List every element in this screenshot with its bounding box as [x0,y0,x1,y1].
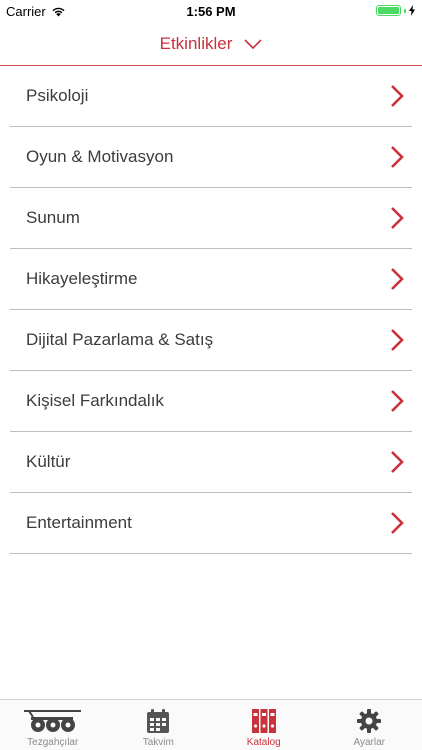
battery-icon [376,5,401,16]
chevron-right-icon [391,146,404,168]
list-item[interactable]: Entertainment [10,493,412,554]
tab-icon-wrapper [356,706,382,736]
list-item-label: Hikayeleştirme [26,269,138,288]
tab-label: Ayarlar [353,737,386,748]
status-time: 1:56 PM [186,4,236,19]
list-item[interactable]: Oyun & Motivasyon [10,127,412,188]
chevron-right-icon [391,512,404,534]
list-item-label: Psikoloji [26,86,89,105]
binders-icon [251,709,276,733]
tab-label: Katalog [246,737,281,748]
chevron-right-icon [391,268,404,290]
list-item[interactable]: Sunum [10,188,412,249]
tab-icon-wrapper [23,706,83,736]
list-item[interactable]: Kişisel Farkındalık [10,371,412,432]
cart-icon [23,710,81,732]
tab-bar: Tezgahçılar Takvim Katalog Ayarlar [0,699,422,750]
tab-tezgahcilar[interactable]: Tezgahçılar [0,700,106,750]
tab-icon-wrapper [146,706,170,736]
page-title: Etkinlikler [159,33,233,53]
chevron-right-icon [391,207,404,229]
tab-label: Takvim [142,737,174,748]
calendar-icon [147,709,170,733]
chevron-down-icon [244,38,262,49]
chevron-right-icon [391,85,404,107]
list-item-label: Dijital Pazarlama & Satış [26,330,214,349]
charging-icon [409,5,415,16]
gear-icon [357,709,382,733]
list-item[interactable]: Psikoloji [10,66,412,127]
tab-ayarlar[interactable]: Ayarlar [317,700,422,750]
battery-tip [404,8,406,13]
list-item[interactable]: Dijital Pazarlama & Satış [10,310,412,371]
status-right [376,5,415,16]
tab-katalog[interactable]: Katalog [211,700,317,750]
list-item[interactable]: Kültür [10,432,412,493]
status-bar: Carrier 1:56 PM [0,0,422,22]
tab-label: Tezgahçılar [27,737,79,748]
chevron-right-icon [391,390,404,412]
list-item-label: Entertainment [26,513,132,532]
list-item-label: Kişisel Farkındalık [26,391,164,410]
list-item[interactable]: Hikayeleştirme [10,249,412,310]
tab-icon-wrapper [251,706,277,736]
category-list: Psikoloji Oyun & Motivasyon Sunum Hikaye… [10,66,412,554]
list-item-label: Kültür [26,452,71,471]
category-dropdown[interactable]: Etkinlikler [0,22,422,66]
chevron-right-icon [391,329,404,351]
list-item-label: Oyun & Motivasyon [26,147,174,166]
list-item-label: Sunum [26,208,80,227]
tab-takvim[interactable]: Takvim [106,700,212,750]
chevron-right-icon [391,451,404,473]
